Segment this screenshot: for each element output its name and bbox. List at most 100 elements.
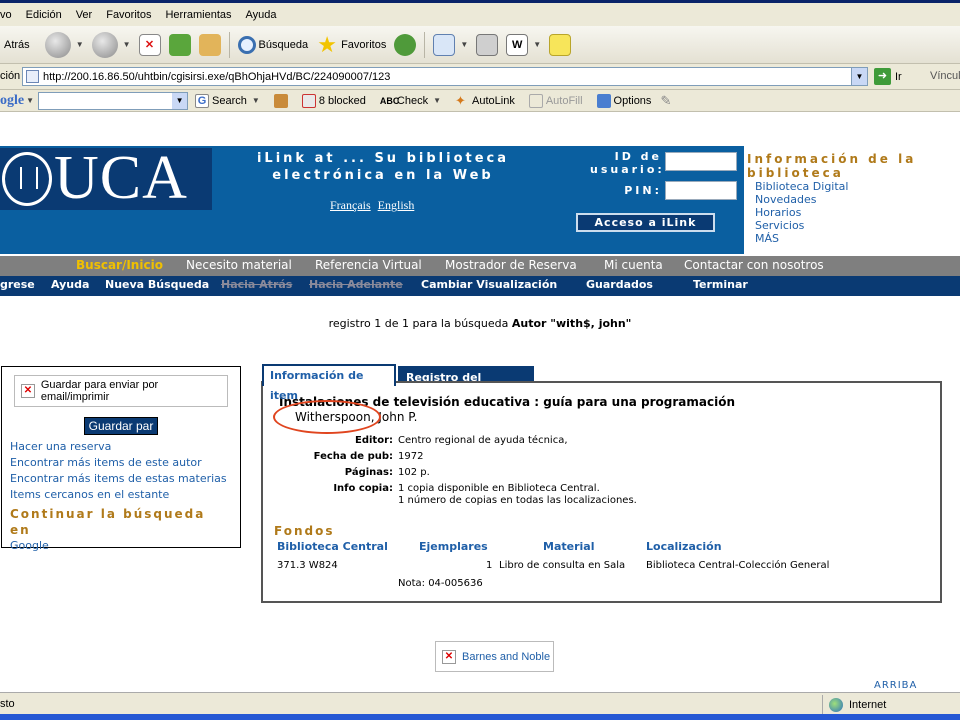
- nav-new-search[interactable]: Nueva Búsqueda: [105, 278, 209, 291]
- info-link-digital[interactable]: Biblioteca Digital: [755, 180, 957, 193]
- chevron-down-icon[interactable]: ▼: [533, 40, 541, 49]
- menu-help[interactable]: Ayuda: [239, 9, 284, 21]
- chevron-down-icon[interactable]: ▼: [123, 40, 131, 49]
- nearby-items-link[interactable]: Items cercanos en el estante: [10, 487, 232, 503]
- chevron-down-icon[interactable]: ▼: [433, 96, 441, 105]
- user-id-input[interactable]: [665, 152, 737, 171]
- google-search-input[interactable]: ▼: [38, 91, 189, 110]
- nav-need-material[interactable]: Necesito material: [186, 258, 292, 272]
- info-link-news[interactable]: Novedades: [755, 193, 957, 206]
- library-info-title: Información de la biblioteca: [747, 152, 917, 180]
- nav-saved[interactable]: Guardados: [586, 278, 653, 291]
- pin-input[interactable]: [665, 181, 737, 200]
- save-image[interactable]: ✕ Guardar para enviar por email/imprimir: [14, 375, 228, 407]
- menu-view[interactable]: Ver: [69, 9, 100, 21]
- address-bar: ción http://200.16.86.50/uhtbin/cgisirsi…: [0, 64, 960, 90]
- nav-forward-disabled: Hacia Adelante: [309, 278, 403, 291]
- barnes-noble-link[interactable]: ✕ Barnes and Noble: [435, 641, 554, 672]
- menu-tools[interactable]: Herramientas: [158, 9, 238, 21]
- tab-item-info[interactable]: Información de item: [262, 364, 396, 402]
- secondary-nav: gresе Ayuda Nueva Búsqueda Hacia Atrás H…: [0, 276, 960, 296]
- chevron-down-icon[interactable]: ▼: [26, 96, 34, 105]
- info-link-more[interactable]: MÁS: [755, 232, 957, 245]
- address-label: ción: [0, 70, 21, 82]
- google-logo[interactable]: ogle: [0, 93, 24, 109]
- links-label[interactable]: Víncul: [930, 70, 960, 82]
- field-value-pages: 102 p.: [398, 467, 430, 478]
- url-input[interactable]: http://200.16.86.50/uhtbin/cgisirsi.exe/…: [22, 67, 868, 86]
- home-button[interactable]: [195, 30, 225, 60]
- home-icon: [198, 33, 221, 56]
- field-value-pubdate: 1972: [398, 451, 424, 462]
- popup-blocker-button[interactable]: 8 blocked: [295, 93, 373, 108]
- more-by-author-link[interactable]: Encontrar más items de este autor: [10, 455, 232, 471]
- nav-search-home[interactable]: Buscar/Inicio: [76, 258, 163, 272]
- chevron-down-icon[interactable]: ▼: [252, 96, 260, 105]
- google-link[interactable]: Google: [10, 538, 232, 554]
- google-search-button[interactable]: G Search ▼: [188, 93, 267, 108]
- ilink-access-button[interactable]: Acceso a iLink: [576, 213, 715, 232]
- favorites-button[interactable]: ★ Favoritos: [312, 30, 390, 60]
- autofill-button[interactable]: AutoFill: [522, 93, 590, 108]
- university-seal-icon: [2, 152, 52, 206]
- holdings-heading: Fondos: [274, 524, 335, 538]
- nav-contact[interactable]: Contactar con nosotros: [684, 258, 824, 272]
- nav-change-display[interactable]: Cambiar Visualización: [421, 278, 557, 291]
- holdings-header-material: Material: [543, 540, 595, 553]
- chevron-down-icon[interactable]: ▼: [851, 68, 867, 85]
- mail-button[interactable]: ▼: [429, 30, 472, 60]
- search-label: Búsqueda: [258, 38, 309, 51]
- go-arrow-icon: ➜: [874, 68, 891, 85]
- back-to-top-link[interactable]: ARRIBA: [874, 680, 917, 691]
- nav-logout[interactable]: Terminar: [693, 278, 748, 291]
- discuss-button[interactable]: [545, 30, 575, 60]
- place-hold-link[interactable]: Hacer una reserva: [10, 439, 232, 455]
- nav-help[interactable]: Ayuda: [51, 278, 89, 291]
- google-toolbar: ogle ▼ ▼ G Search ▼ 8 blocked ABC Check …: [0, 90, 960, 112]
- save-image-alt: Guardar para enviar por email/imprimir: [40, 379, 159, 403]
- chevron-down-icon[interactable]: ▼: [460, 40, 468, 49]
- holdings-copies: 1: [486, 560, 493, 571]
- uca-logo[interactable]: UCA: [0, 146, 212, 210]
- go-button[interactable]: ➜ Ir: [874, 68, 902, 85]
- field-label-pubdate: Fecha de pub:: [313, 451, 393, 462]
- security-zone: Internet: [822, 695, 960, 715]
- star-icon: ★: [317, 31, 337, 57]
- menu-edit[interactable]: Edición: [19, 9, 69, 21]
- chevron-down-icon[interactable]: ▼: [172, 92, 188, 109]
- back-button[interactable]: Atrás ▼: [0, 30, 88, 60]
- refresh-button[interactable]: [165, 30, 195, 60]
- chevron-down-icon[interactable]: ▼: [76, 40, 84, 49]
- results-query: Autor "with$, john": [511, 317, 632, 330]
- nav-exit[interactable]: gresе: [0, 278, 35, 291]
- library-header: UCA iLink at ... Su biblioteca electróni…: [0, 146, 960, 254]
- pencil-icon[interactable]: ✎: [660, 93, 674, 108]
- print-button[interactable]: [472, 30, 502, 60]
- status-text: sto: [0, 698, 15, 710]
- more-by-subject-link[interactable]: Encontrar más items de estas materias: [10, 471, 232, 487]
- history-button[interactable]: [390, 30, 420, 60]
- spellcheck-button[interactable]: ABC Check ▼: [373, 94, 448, 108]
- library-info-panel: Información de la biblioteca Biblioteca …: [744, 146, 960, 254]
- nav-my-account[interactable]: Mi cuenta: [604, 258, 663, 272]
- field-value-copy-info-2: 1 número de copias en todas las localiza…: [398, 495, 637, 506]
- field-value-publisher: Centro regional de ayuda técnica,: [398, 435, 568, 446]
- stop-icon: ✕: [138, 33, 161, 56]
- lang-english-link[interactable]: English: [378, 198, 415, 212]
- search-button[interactable]: Búsqueda: [234, 30, 313, 60]
- stop-button[interactable]: ✕: [135, 30, 165, 60]
- news-button[interactable]: [267, 93, 295, 108]
- forward-button[interactable]: ▼: [88, 30, 135, 60]
- lang-french-link[interactable]: Français: [330, 198, 371, 212]
- nav-reserve-desk[interactable]: Mostrador de Reserva: [445, 258, 577, 272]
- autolink-label: AutoLink: [472, 94, 515, 107]
- edit-button[interactable]: W ▼: [502, 30, 545, 60]
- autolink-button[interactable]: ✦ AutoLink: [448, 93, 522, 108]
- info-link-hours[interactable]: Horarios: [755, 206, 957, 219]
- info-link-services[interactable]: Servicios: [755, 219, 957, 232]
- save-button[interactable]: Guardar par: [84, 417, 158, 435]
- options-button[interactable]: Options ✎: [590, 93, 682, 108]
- menu-file[interactable]: vo: [0, 9, 19, 21]
- nav-virtual-reference[interactable]: Referencia Virtual: [315, 258, 422, 272]
- menu-favorites[interactable]: Favoritos: [99, 9, 158, 21]
